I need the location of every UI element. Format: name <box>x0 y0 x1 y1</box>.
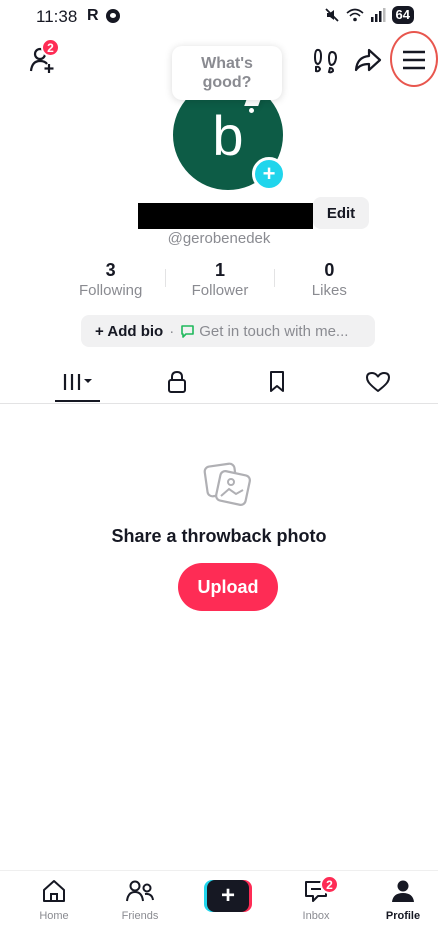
status-time: 11:38 <box>36 7 78 26</box>
stat-following[interactable]: 3 Following <box>56 260 165 299</box>
heart-icon <box>365 372 390 392</box>
stat-value: 0 <box>324 260 335 280</box>
battery-indicator: 64 <box>391 6 414 24</box>
note-bubble-text: What's good? <box>201 55 253 91</box>
home-icon <box>43 880 65 902</box>
wifi-icon <box>346 8 364 22</box>
display-name-redacted <box>138 203 313 229</box>
contact-label: Get in touch with me... <box>199 322 349 340</box>
active-tab-indicator <box>55 400 100 402</box>
note-bubble-dot <box>249 108 254 113</box>
messenger-icon <box>106 9 120 23</box>
nav-friends[interactable]: Friends <box>110 879 170 922</box>
contact-button[interactable]: Get in touch with me... <box>180 323 348 340</box>
stat-value: 3 <box>105 260 116 280</box>
stat-label: Following <box>78 282 143 299</box>
hamburger-menu-icon <box>403 50 425 70</box>
nav-home-label: Home <box>39 910 69 922</box>
photo-stack-icon <box>203 460 253 515</box>
create-plus-icon: + <box>207 880 249 912</box>
nav-inbox-label: Inbox <box>302 910 330 922</box>
share-arrow-icon <box>354 48 382 72</box>
username: @gerobenedek <box>167 230 271 247</box>
upload-button[interactable]: Upload <box>178 563 278 611</box>
stat-likes[interactable]: 0 Likes <box>275 260 384 299</box>
status-bar: 11:38 R 64 <box>0 0 438 34</box>
signal-icon <box>370 8 386 22</box>
grid-filter-icon <box>63 374 92 390</box>
friends-icon <box>126 880 154 902</box>
stat-label: Likes <box>311 282 347 299</box>
nav-home[interactable]: Home <box>24 879 84 922</box>
footprints-icon <box>313 48 338 74</box>
tab-private[interactable] <box>154 362 199 402</box>
create-button[interactable]: + <box>204 880 252 912</box>
inbox-badge: 2 <box>320 875 339 894</box>
bio-separator: · <box>169 322 175 340</box>
profile-tabs <box>0 362 438 404</box>
nav-profile[interactable]: Profile <box>373 879 433 922</box>
menu-button[interactable] <box>398 44 430 76</box>
plus-icon: + <box>262 161 276 186</box>
bottom-nav: Home Friends + Inbox 2 Profile <box>0 870 438 934</box>
avatar-letter: b <box>212 103 244 167</box>
mute-icon <box>324 8 339 22</box>
bio-pill: + Add bio · Get in touch with me... <box>81 315 375 347</box>
chat-bubble-icon <box>181 324 195 338</box>
carrier-indicator: R <box>87 7 99 24</box>
stat-divider <box>165 269 167 287</box>
profile-views-button[interactable] <box>310 44 340 76</box>
nav-profile-label: Profile <box>385 910 421 922</box>
tab-saved[interactable] <box>254 362 299 402</box>
lock-icon <box>167 370 186 393</box>
tab-videos[interactable] <box>55 362 100 402</box>
profile-icon <box>392 880 414 902</box>
stat-value: 1 <box>214 260 225 280</box>
friend-requests-badge: 2 <box>41 38 60 57</box>
add-avatar-button[interactable]: + <box>252 157 286 191</box>
nav-friends-label: Friends <box>121 910 159 922</box>
note-bubble[interactable]: What's good? <box>172 46 282 100</box>
tab-liked[interactable] <box>355 362 400 402</box>
empty-state-title: Share a throwback photo <box>111 526 327 546</box>
stat-label: Follower <box>191 282 249 299</box>
bookmark-icon <box>269 371 284 392</box>
share-profile-button[interactable] <box>352 44 384 76</box>
stat-follower[interactable]: 1 Follower <box>165 260 275 299</box>
edit-profile-button[interactable]: Edit <box>313 197 369 229</box>
profile-stats: 3 Following 1 Follower 0 Likes <box>56 260 384 299</box>
status-icons: 64 <box>324 6 414 24</box>
add-bio-button[interactable]: + Add bio <box>95 323 163 340</box>
